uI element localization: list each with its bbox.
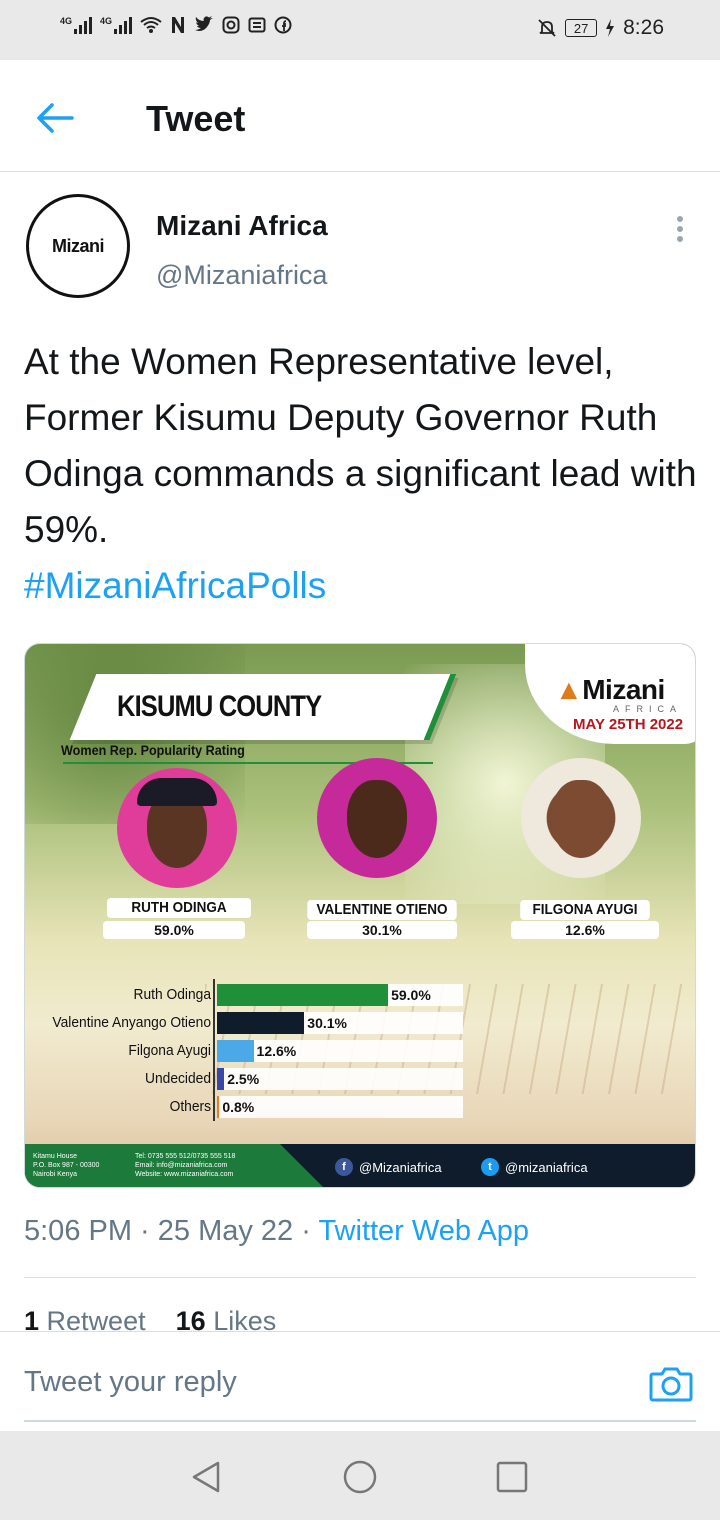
bar-value-label: 0.8%	[222, 1099, 255, 1115]
back-arrow-icon[interactable]	[32, 96, 76, 140]
twitter-icon	[195, 16, 214, 31]
candidate-photo-valentine	[317, 758, 437, 878]
tweet-text: At the Women Representative level, Forme…	[24, 341, 697, 550]
poll-date: MAY 25TH 2022	[573, 716, 684, 733]
bar-value-label: 59.0%	[391, 987, 431, 1003]
facebook-handle: f @Mizaniafrica	[335, 1158, 442, 1176]
bar-track: 0.8%	[217, 1096, 463, 1118]
reply-bar: Tweet your reply	[0, 1331, 720, 1431]
nav-recents-icon[interactable]	[492, 1457, 532, 1497]
system-nav-bar	[0, 1431, 720, 1520]
nav-home-icon[interactable]	[340, 1457, 380, 1497]
twitter-handle: t @mizaniafrica	[481, 1158, 588, 1176]
poll-title: KISUMU COUNTY	[117, 690, 322, 723]
candidate-name: RUTH ODINGA	[107, 898, 251, 918]
status-bar: 4G 4G 27 8:26	[0, 0, 720, 60]
chart-axis	[213, 979, 215, 1121]
avatar[interactable]: Mizani	[26, 194, 130, 298]
bar-track: 12.6%	[217, 1040, 463, 1062]
engagement-stats: 1 Retweet 16 Likes	[24, 1306, 720, 1331]
tweet-meta: 5:06 PM · 25 May 22 · Twitter Web App	[24, 1215, 529, 1248]
instagram-icon	[222, 16, 240, 34]
facebook-icon	[274, 16, 292, 34]
bar-value-label: 12.6%	[256, 1043, 297, 1059]
bar	[217, 1068, 225, 1090]
netflix-icon	[172, 17, 185, 33]
bar-track: 2.5%	[217, 1068, 463, 1090]
tweet-media-image[interactable]: KISUMU COUNTY Women Rep. Popularity Rati…	[24, 643, 696, 1188]
clock: 8:26	[623, 16, 664, 39]
news-icon	[248, 17, 266, 33]
twitter-icon: t	[481, 1158, 499, 1176]
candidate-name: VALENTINE OTIENO	[307, 900, 457, 920]
charging-icon	[606, 19, 615, 37]
status-left: 4G 4G	[60, 16, 292, 34]
hashtag-link[interactable]: #MizaniAfricaPolls	[24, 565, 326, 606]
candidate-pct: 12.6%	[511, 921, 659, 939]
logo-subtext: AFRICA	[613, 704, 683, 714]
author-handle[interactable]: @Mizaniafrica	[156, 260, 327, 291]
bar-label: Others	[169, 1098, 211, 1115]
retweets-stat[interactable]: 1 Retweet	[24, 1306, 146, 1331]
bar-label: Ruth Odinga	[133, 986, 211, 1003]
reply-underline	[24, 1420, 696, 1422]
wifi-icon	[140, 17, 162, 33]
candidate-pct: 30.1%	[307, 921, 457, 939]
bar-value-label: 2.5%	[227, 1071, 260, 1087]
bar-label: Valentine Anyango Otieno	[52, 1014, 211, 1031]
signal-icon: 4G	[60, 16, 93, 34]
bar-label: Filgona Ayugi	[128, 1042, 211, 1059]
bar	[217, 1012, 305, 1034]
poll-subtitle: Women Rep. Popularity Rating	[61, 742, 245, 758]
nav-back-icon[interactable]	[186, 1457, 226, 1497]
app-header: Tweet	[0, 60, 720, 172]
candidate-photo-filgona	[521, 758, 641, 878]
camera-icon[interactable]	[648, 1360, 694, 1406]
author-name[interactable]: Mizani Africa	[156, 210, 328, 242]
facebook-icon: f	[335, 1158, 353, 1176]
signal-icon: 4G	[100, 16, 133, 34]
candidate-photo-ruth	[117, 768, 237, 888]
mizani-logo: ▲Mizani	[555, 674, 665, 705]
bar-track: 59.0%	[217, 984, 463, 1006]
tweet-timestamp: 5:06 PM · 25 May 22 ·	[24, 1215, 319, 1247]
bar-value-label: 30.1%	[307, 1015, 347, 1031]
more-options-icon[interactable]	[668, 214, 692, 244]
candidate-name: FILGONA AYUGI	[520, 900, 650, 920]
bar-track: 30.1%	[217, 1012, 463, 1034]
battery-indicator: 27	[565, 19, 598, 37]
footer-address: Kitamu House P.O. Box 987 - 00300 Nairob…	[33, 1153, 100, 1178]
reply-input[interactable]: Tweet your reply	[24, 1366, 237, 1399]
avatar-logo: Mizani	[51, 235, 105, 256]
bar-label: Undecided	[145, 1070, 211, 1087]
likes-stat[interactable]: 16 Likes	[176, 1306, 277, 1331]
tweet-body: At the Women Representative level, Forme…	[24, 334, 700, 614]
bar	[217, 984, 389, 1006]
bar	[217, 1040, 254, 1062]
divider	[24, 1277, 696, 1278]
page-title: Tweet	[146, 98, 246, 139]
status-right: 27 8:26	[537, 16, 664, 40]
mute-icon	[538, 19, 556, 37]
tweet-source[interactable]: Twitter Web App	[318, 1215, 529, 1247]
footer-contact: Tel: 0735 555 512/0735 555 518 Email: in…	[135, 1153, 236, 1178]
candidate-pct: 59.0%	[103, 921, 245, 939]
